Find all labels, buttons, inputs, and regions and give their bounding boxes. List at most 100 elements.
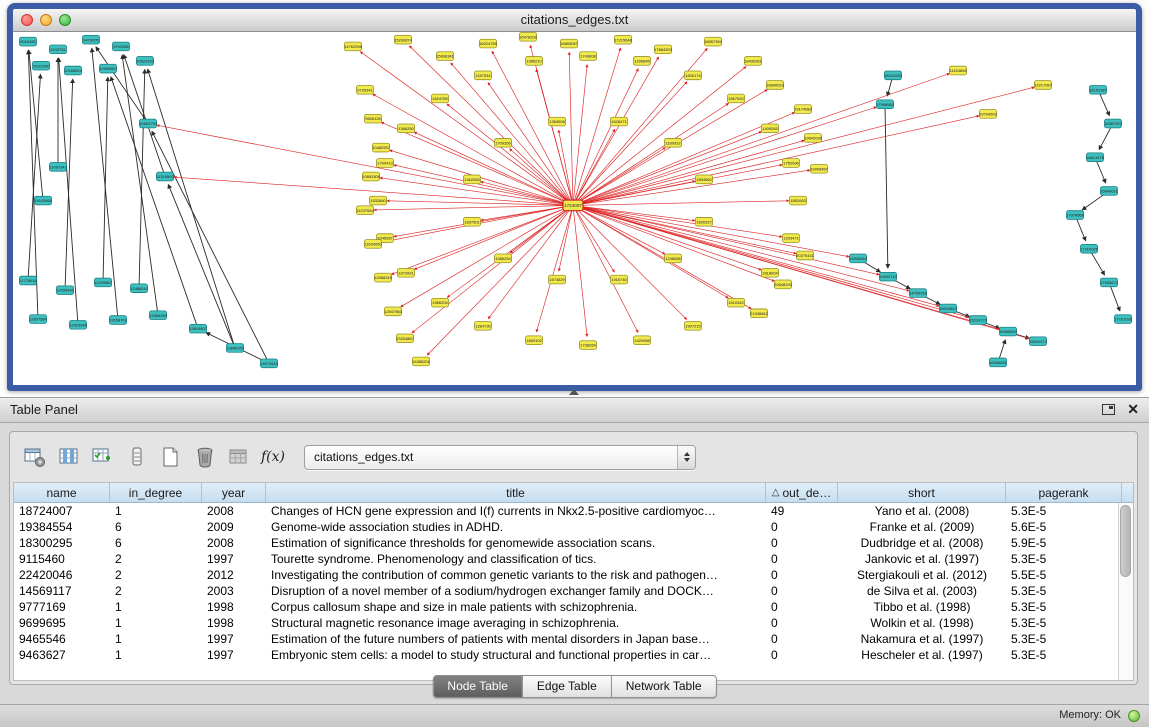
graph-node[interactable]: 1420958 — [634, 336, 651, 345]
graph-node[interactable]: 16387920 — [1104, 119, 1123, 128]
graph-node[interactable]: 1624789 — [432, 94, 449, 103]
graph-node[interactable]: 19174082 — [794, 105, 812, 114]
graph-node[interactable]: 12005491 — [56, 286, 74, 295]
graph-node[interactable]: 16152387 — [1089, 85, 1107, 94]
graph-node[interactable]: 16478209 — [519, 32, 537, 41]
graph-node[interactable]: 17761028 — [1114, 315, 1132, 324]
graph-node[interactable]: 9243761 — [50, 45, 67, 54]
graph-node[interactable]: 14072618 — [260, 359, 278, 368]
minimize-window-button[interactable] — [40, 14, 52, 26]
graph-node-hub[interactable]: 1724007 — [563, 200, 583, 211]
graph-node[interactable]: 1157034 — [475, 71, 492, 80]
graph-node[interactable]: 9728341 — [357, 85, 374, 94]
graph-node[interactable]: 1709356 — [495, 138, 512, 147]
column-header-short[interactable]: short — [838, 483, 1006, 502]
graph-node[interactable]: 9931048 — [33, 61, 50, 70]
graph-node[interactable]: 11316502 — [156, 172, 173, 181]
graph-node[interactable]: 17535672 — [1100, 278, 1118, 287]
graph-node[interactable]: 1180932 — [665, 138, 682, 147]
graph-node[interactable]: 1743608 — [580, 52, 597, 61]
graph-node[interactable]: 10624153 — [136, 57, 154, 66]
new-table-button[interactable] — [158, 444, 184, 470]
graph-node[interactable]: 9605128 — [365, 114, 382, 123]
graph-node[interactable]: 18057394 — [704, 37, 723, 46]
graph-node[interactable]: 17310025 — [1080, 244, 1099, 253]
graph-node[interactable]: 1966204 — [432, 298, 449, 307]
graph-node[interactable]: 19908457 — [810, 164, 828, 173]
row-height-button[interactable] — [124, 444, 150, 470]
column-header-name[interactable]: name — [14, 483, 110, 502]
delete-trash-button[interactable] — [192, 444, 218, 470]
graph-node[interactable]: 1790413 — [377, 159, 394, 168]
graph-node[interactable]: 12239857 — [94, 278, 112, 287]
graph-node[interactable]: 11694250 — [364, 240, 382, 249]
graph-node[interactable]: 12217087 — [1034, 81, 1052, 90]
graph-node[interactable]: 1659102 — [526, 336, 543, 345]
graph-node[interactable]: 1409283 — [762, 124, 779, 133]
table-row[interactable]: 2242004622012Investigating the contribut… — [14, 567, 1118, 583]
graph-node[interactable]: 10852790 — [139, 119, 158, 128]
graph-node[interactable]: 14308264 — [849, 254, 868, 263]
graph-node[interactable]: 14533710 — [879, 272, 898, 281]
graph-node[interactable]: 1567920 — [728, 94, 745, 103]
column-header-out_degree[interactable]: △out_de… — [766, 483, 838, 502]
tab-edge-table[interactable]: Edge Table — [523, 676, 612, 697]
graph-node[interactable]: 13619807 — [189, 324, 207, 333]
graph-node[interactable]: 1354908 — [549, 117, 566, 126]
close-window-button[interactable] — [21, 14, 33, 26]
graph-node[interactable]: 18430261 — [744, 57, 762, 66]
graph-node[interactable]: 15465829 — [999, 327, 1017, 336]
graph-node[interactable]: 1873921 — [398, 268, 415, 277]
graph-node[interactable]: 1203471 — [783, 234, 800, 243]
graph-node[interactable]: 12068315 — [374, 273, 393, 282]
graph-node[interactable]: 16926831 — [989, 358, 1007, 367]
network-canvas[interactable]: 1724007185206312034711618904151034219072… — [13, 32, 1136, 373]
graph-node[interactable]: 9015482 — [20, 37, 37, 46]
graph-node[interactable]: 17215648 — [614, 35, 632, 44]
function-builder-button[interactable]: f(x) — [260, 444, 286, 470]
graph-node[interactable]: 17996584 — [876, 100, 895, 109]
graph-node[interactable]: 1830174 — [685, 71, 702, 80]
table-row[interactable]: 946362711997Embryonic stem cells: a mode… — [14, 647, 1118, 663]
graph-node[interactable]: 1248065 — [665, 254, 682, 263]
graph-node[interactable]: 14769258 — [909, 289, 927, 298]
graph-node[interactable]: 16893057 — [560, 39, 578, 48]
graph-node[interactable]: 11237064 — [356, 206, 374, 215]
graph-node[interactable]: 1894560 — [696, 175, 713, 184]
table-row[interactable]: 977716911998Corpus callosum shape and si… — [14, 599, 1118, 615]
graph-node[interactable]: 16613475 — [1086, 153, 1105, 162]
show-columns-button[interactable] — [56, 444, 82, 470]
graph-node[interactable]: 19734593 — [979, 110, 997, 119]
graph-node[interactable]: 15230176 — [969, 316, 987, 325]
graph-node[interactable]: 17684203 — [654, 45, 672, 54]
zoom-window-button[interactable] — [59, 14, 71, 26]
graph-node[interactable]: 12923046 — [69, 321, 87, 330]
graph-node[interactable]: 11154808 — [949, 66, 966, 75]
column-header-in_degree[interactable]: in_degree — [110, 483, 202, 502]
graph-node[interactable]: 1690327 — [696, 217, 713, 226]
tab-node-table[interactable]: Node Table — [433, 676, 523, 697]
graph-node[interactable]: 13384259 — [149, 311, 167, 320]
network-graph[interactable]: 1724007185206312034711618904151034219072… — [13, 32, 1136, 373]
graph-node[interactable]: 12468310 — [130, 284, 149, 293]
graph-node[interactable]: 1296845 — [634, 57, 651, 66]
column-header-pagerank[interactable]: pagerank — [1006, 483, 1122, 502]
graph-node[interactable]: 1086254 — [495, 254, 512, 263]
graph-node[interactable]: 1915740 — [611, 275, 628, 284]
graph-node[interactable]: 18221930 — [884, 71, 903, 80]
graph-node[interactable]: 13158702 — [109, 316, 127, 325]
graph-node[interactable]: 21036842 — [750, 309, 768, 318]
graph-node[interactable]: 10168524 — [64, 66, 83, 75]
graph-node[interactable]: 1738264 — [580, 341, 597, 350]
graph-node[interactable]: 1907215 — [685, 321, 702, 330]
memory-indicator-dot[interactable] — [1128, 710, 1140, 722]
graph-node[interactable]: 14762098 — [344, 42, 362, 51]
graph-node[interactable]: 1628471 — [611, 117, 628, 126]
table-row[interactable]: 969969511998Structural magnetic resonanc… — [14, 615, 1118, 631]
float-panel-icon[interactable] — [1102, 404, 1115, 415]
graph-node[interactable]: 11087341 — [49, 163, 66, 172]
graph-node[interactable]: 17074568 — [1066, 211, 1084, 220]
close-panel-icon[interactable]: ✕ — [1127, 402, 1139, 416]
graph-node[interactable]: 9478205 — [83, 35, 100, 44]
graph-node[interactable]: 12697584 — [29, 315, 48, 324]
